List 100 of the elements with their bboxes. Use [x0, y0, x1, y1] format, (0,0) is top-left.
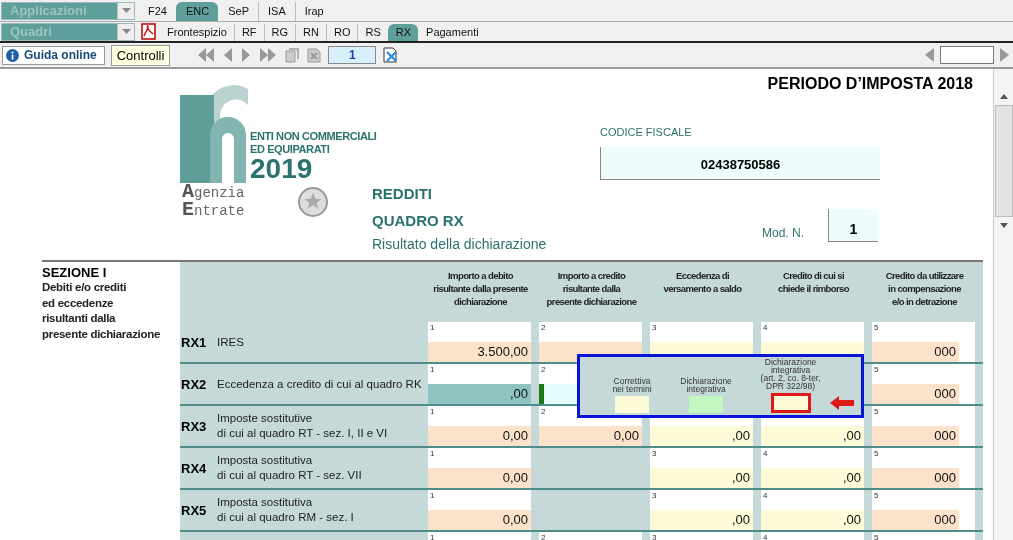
- next-page-icon[interactable]: [241, 48, 252, 62]
- new-page-icon[interactable]: [285, 47, 300, 63]
- agency-text: Agenzia: [182, 184, 245, 201]
- app-tab[interactable]: Irap: [294, 2, 333, 21]
- scrollbar-thumb[interactable]: [994, 105, 1013, 217]
- model-number-label: Mod. N.: [762, 226, 804, 242]
- amount-field[interactable]: 000: [872, 426, 959, 446]
- amount-field[interactable]: ,00: [761, 468, 864, 488]
- column-header: Credito da utilizzare in compensazione e/o in detrazione: [884, 269, 965, 308]
- row-code: RX4: [180, 460, 208, 476]
- logo-text: ED EQUIPARATI: [250, 143, 330, 155]
- field-number: 5: [873, 322, 880, 333]
- form-title: QUADRO RX: [372, 211, 465, 231]
- option-checkbox[interactable]: [615, 396, 649, 413]
- amount-field[interactable]: 3.500,00: [428, 342, 531, 362]
- field-number: 2: [540, 406, 547, 417]
- form-subtitle: Risultato della dichiarazione: [372, 235, 548, 254]
- field-number: 1: [429, 490, 436, 501]
- amount-field[interactable]: 000: [872, 510, 959, 530]
- logo-year: 2019: [250, 155, 313, 183]
- amount-field[interactable]: 000: [872, 468, 959, 488]
- field-number: 3: [651, 448, 658, 459]
- first-page-icon[interactable]: [197, 48, 216, 62]
- emblem-icon: [297, 186, 329, 218]
- amount-field[interactable]: ,00: [761, 426, 864, 446]
- amount-field[interactable]: 0,00: [428, 510, 531, 530]
- delete-module-icon[interactable]: [383, 47, 400, 63]
- tax-code-label: CODICE FISCALE: [600, 126, 693, 139]
- info-icon: [6, 48, 19, 62]
- column-header: Credito di cui si chiede il rimborso: [777, 269, 850, 295]
- section-tab[interactable]: RS: [357, 24, 388, 41]
- section-tab[interactable]: RX: [387, 24, 419, 41]
- section-tab[interactable]: RG: [263, 24, 296, 41]
- scroll-right-icon[interactable]: [1000, 48, 1009, 62]
- field-number: 1: [429, 364, 436, 375]
- section-tab[interactable]: Frontespizio: [160, 24, 234, 41]
- section-description: Debiti e/o crediti ed eccedenze risultanti dalla presente dichiarazione: [42, 280, 162, 342]
- help-button[interactable]: Guida online: [2, 45, 105, 65]
- scroll-down-icon[interactable]: [998, 223, 1009, 229]
- arrow-icon: [829, 396, 855, 410]
- section-tab[interactable]: RO: [326, 24, 358, 41]
- section-tab[interactable]: RN: [295, 24, 326, 41]
- section-tab[interactable]: Pagamenti: [418, 24, 486, 41]
- field-number: 3: [651, 532, 658, 540]
- row-label: Imposte sostitutive di cui al quadro RT - sez. I, II e VI: [217, 411, 388, 441]
- page-field[interactable]: 1: [328, 46, 377, 64]
- app-tab[interactable]: ISA: [258, 2, 295, 21]
- amount-field[interactable]: ,00: [650, 468, 753, 488]
- field-number: 1: [429, 448, 436, 459]
- field-number: 5: [873, 406, 880, 417]
- amount-field[interactable]: 000: [872, 384, 959, 404]
- row-code: RX3: [180, 418, 208, 434]
- option-label: Dichiarazione integrativa (art. 2, co. 8-ter, DPR 322/98): [760, 358, 821, 390]
- model-number-field[interactable]: 1: [828, 209, 878, 242]
- column-header: Eccedenza di versamento a saldo: [662, 269, 743, 295]
- field-number: 4: [762, 532, 769, 540]
- tax-code-field[interactable]: 02438750586: [600, 147, 880, 180]
- amount-field[interactable]: ,00: [428, 384, 531, 404]
- checks-button[interactable]: Controlli: [110, 44, 171, 66]
- caret-icon: [121, 7, 131, 14]
- section-tab[interactable]: RF: [233, 24, 264, 41]
- app-tab[interactable]: ENC: [175, 2, 219, 21]
- field-number: 4: [762, 322, 769, 333]
- field-number: 1: [429, 532, 436, 540]
- option-checkbox[interactable]: [689, 396, 724, 413]
- scrollbar-track[interactable]: [993, 69, 1013, 540]
- pdf-icon[interactable]: [141, 23, 156, 40]
- field-number: 2: [540, 364, 547, 375]
- field-number: 5: [873, 532, 880, 540]
- app-tab[interactable]: SeP: [218, 2, 258, 21]
- field-number: 2: [540, 532, 547, 540]
- amount-field[interactable]: 0,00: [428, 426, 531, 446]
- field-number: 1: [429, 322, 436, 333]
- page-input[interactable]: [940, 46, 994, 64]
- option-checkbox[interactable]: [770, 393, 811, 413]
- logo-text: ENTI NON COMMERCIALI: [250, 130, 377, 142]
- field-number: 5: [873, 364, 880, 375]
- amount-field[interactable]: 000: [872, 342, 959, 362]
- field-number: 3: [651, 490, 658, 501]
- amount-field[interactable]: 0,00: [428, 468, 531, 488]
- row-label: IRES: [217, 334, 244, 350]
- scroll-left-icon[interactable]: [925, 48, 934, 62]
- last-page-icon[interactable]: [259, 48, 278, 62]
- field-number: 5: [873, 448, 880, 459]
- section-title: SEZIONE I: [42, 265, 108, 280]
- agency-text: Entrate: [182, 202, 245, 219]
- app-tab[interactable]: F24: [139, 2, 176, 21]
- column-header: Importo a debito risultante dalla presente dichiarazione: [432, 269, 529, 308]
- scroll-up-icon[interactable]: [998, 93, 1009, 99]
- field-number: 4: [762, 448, 769, 459]
- amount-field[interactable]: 0,00: [539, 426, 642, 446]
- row-code: RX1: [180, 334, 208, 350]
- field-number: 4: [762, 490, 769, 501]
- delete-page-icon[interactable]: [307, 47, 322, 63]
- amount-field[interactable]: ,00: [650, 426, 753, 446]
- previous-page-icon[interactable]: [223, 48, 234, 62]
- amount-field[interactable]: ,00: [761, 510, 864, 530]
- option-label: Dichiarazione integrativa: [680, 377, 732, 393]
- field-number: 5: [873, 490, 880, 501]
- amount-field[interactable]: ,00: [650, 510, 753, 530]
